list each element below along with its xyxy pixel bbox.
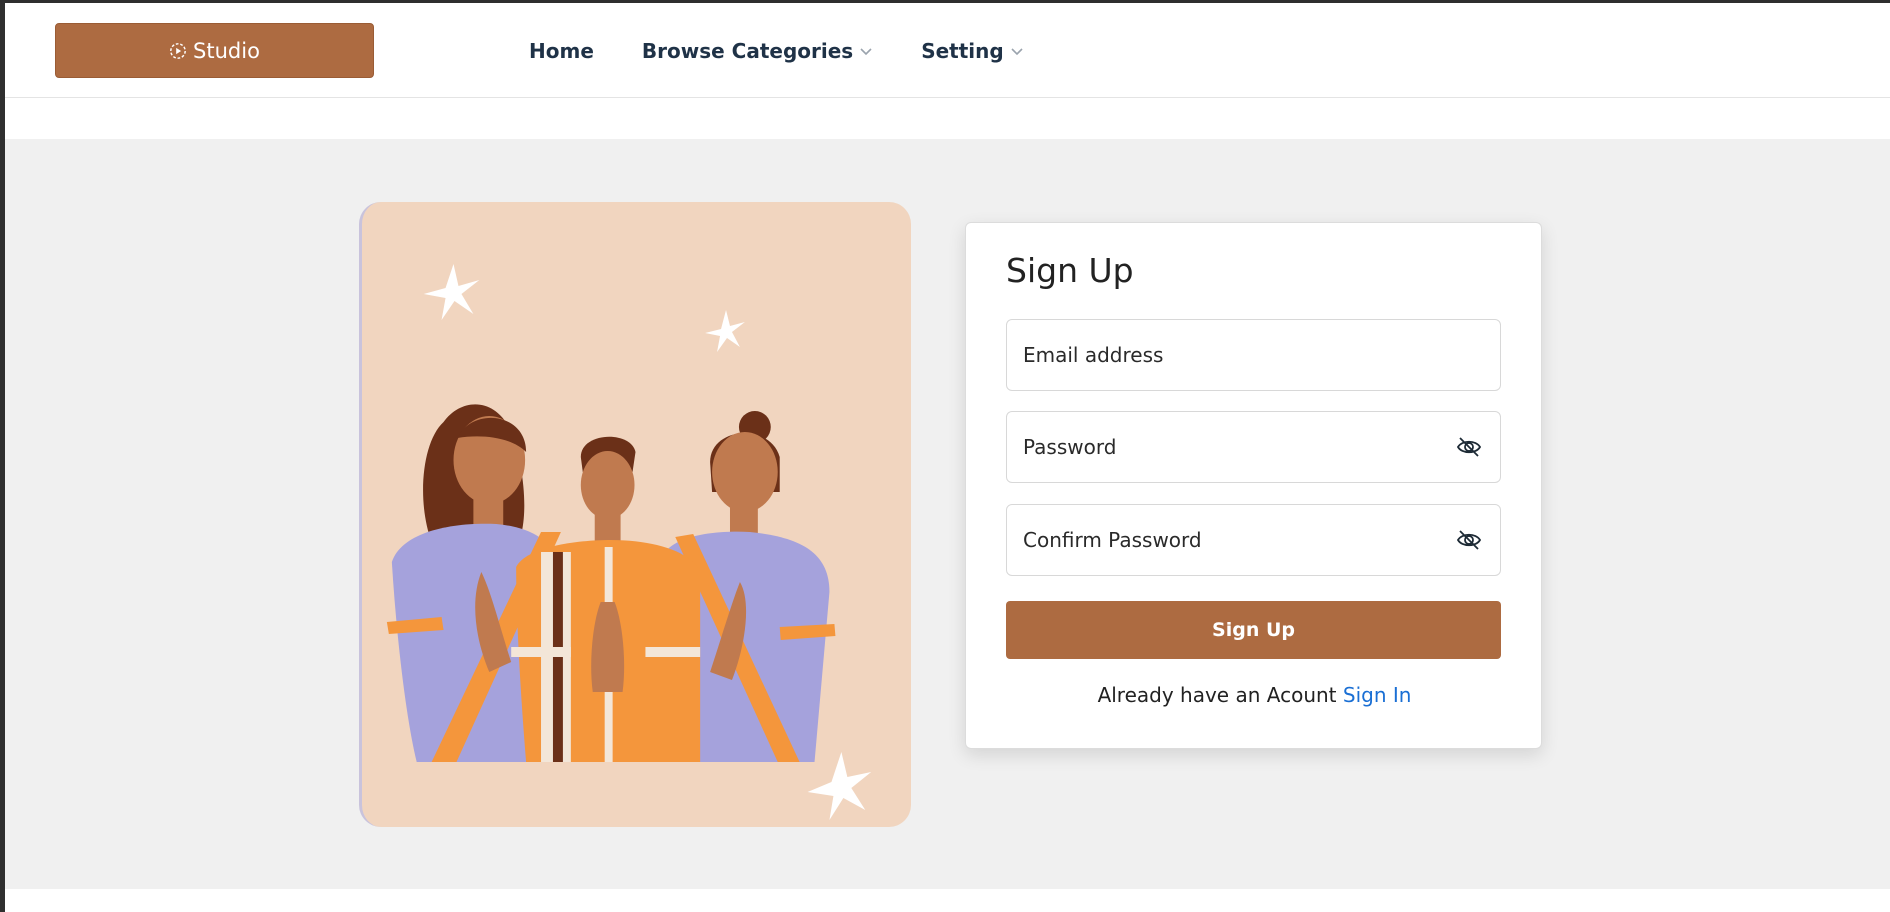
nav-setting-label: Setting [921,39,1004,63]
eye-slash-icon[interactable] [1454,432,1484,462]
man-center-figure [511,436,701,762]
nav-home-label: Home [529,39,594,63]
nav-browse-categories-label: Browse Categories [641,39,854,63]
email-field-wrapper [1006,319,1501,391]
signup-title: Sign Up [1006,251,1134,290]
confirm-password-field[interactable] [1023,528,1454,552]
brand-label: Studio [193,38,260,63]
signup-section: Sign Up Sign Up Already have an Acount S… [5,139,1890,889]
confirm-password-field-wrapper [1006,504,1501,576]
signin-prompt: Already have an Acount Sign In [966,683,1543,707]
signup-card: Sign Up Sign Up Already have an Acount S… [965,222,1542,749]
signin-link[interactable]: Sign In [1343,683,1412,707]
studio-brand-button[interactable]: Studio [55,23,374,78]
password-field-wrapper [1006,411,1501,483]
top-navbar: Studio Home Browse Categories Setting [5,3,1890,98]
nav-setting[interactable]: Setting [921,39,1024,63]
eye-slash-icon[interactable] [1454,525,1484,555]
main-nav: Home Browse Categories Setting [529,31,1072,71]
password-field[interactable] [1023,435,1454,459]
people-greeting-illustration [359,202,911,827]
email-field[interactable] [1023,343,1484,367]
chevron-down-icon [1010,44,1024,58]
play-circle-icon [169,42,187,60]
nav-browse-categories[interactable]: Browse Categories [642,39,873,63]
signup-submit-button[interactable]: Sign Up [1006,601,1501,659]
nav-home[interactable]: Home [529,39,594,63]
chevron-down-icon [859,44,873,58]
already-have-account-text: Already have an Acount [1097,683,1337,707]
